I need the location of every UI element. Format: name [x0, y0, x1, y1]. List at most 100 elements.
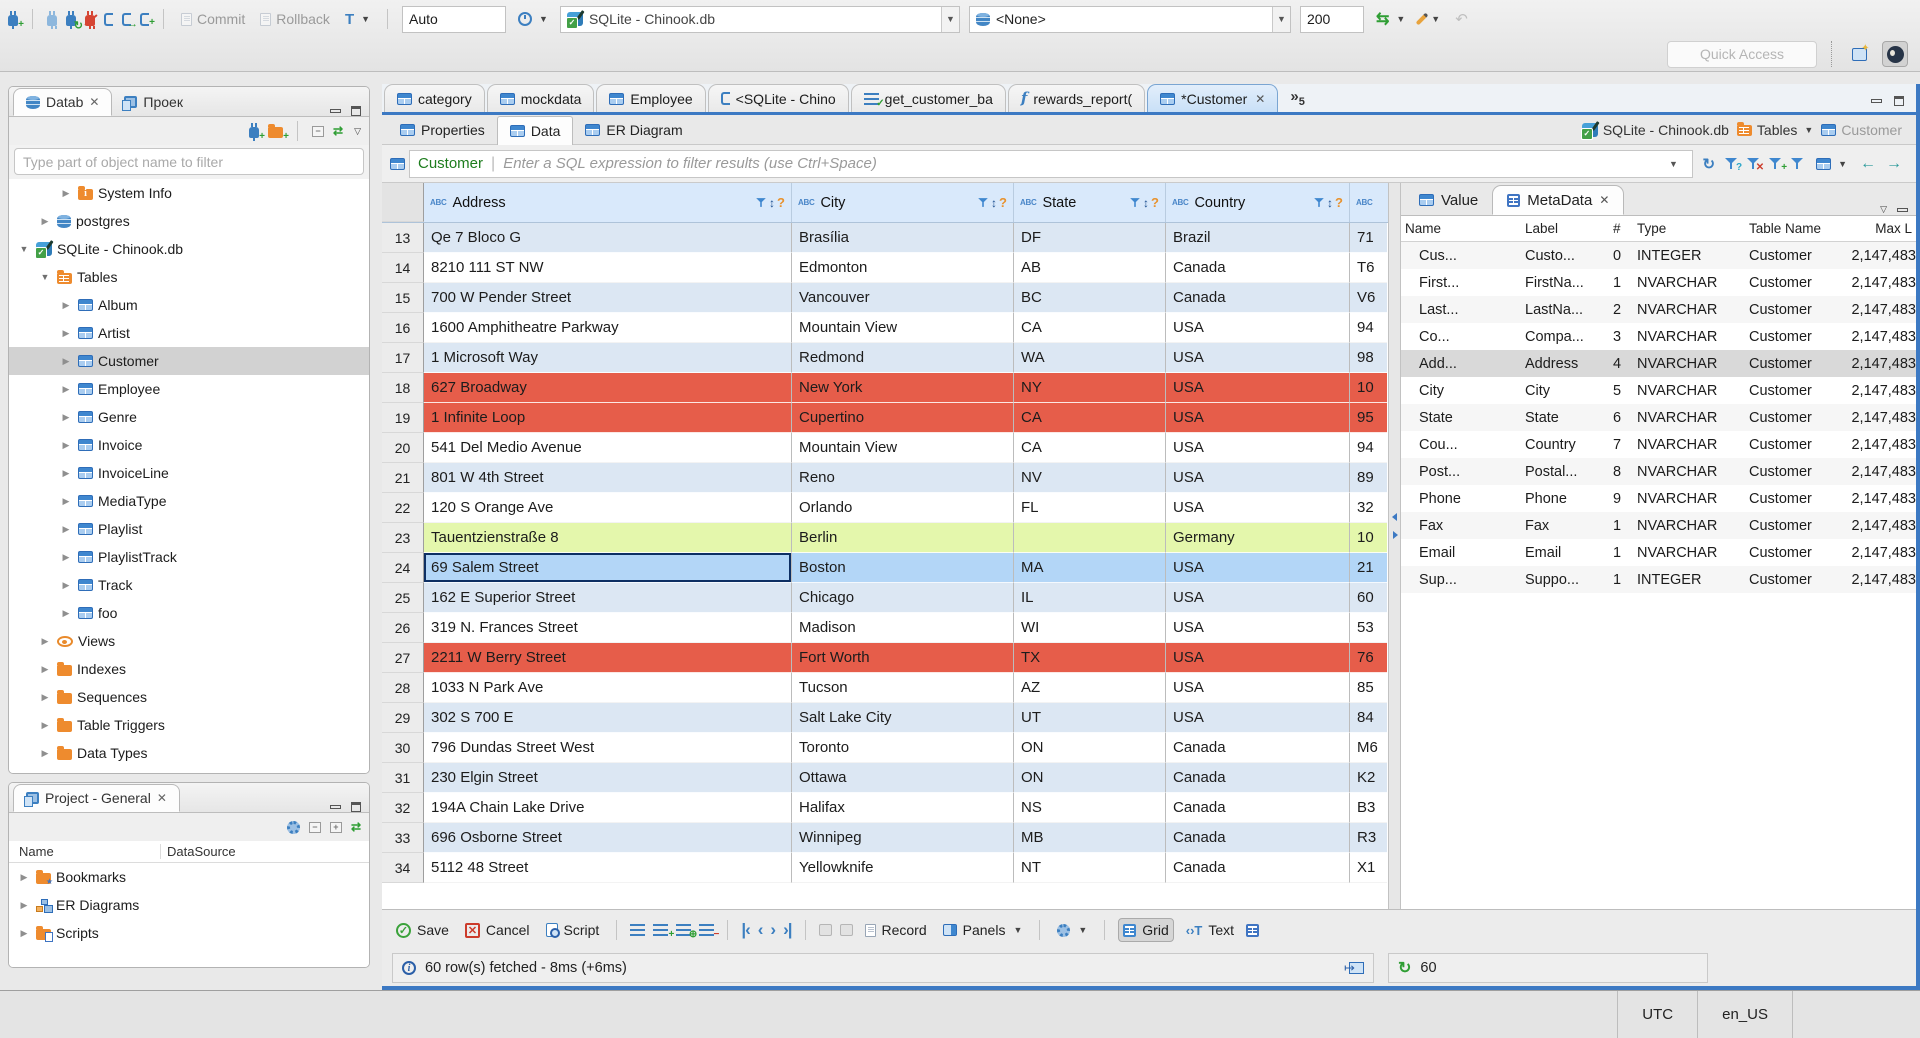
maximize-icon[interactable]	[351, 106, 361, 116]
row-number-cell[interactable]: 30	[382, 733, 424, 763]
locale-indicator[interactable]: en_US	[1697, 991, 1792, 1038]
result-subtab[interactable]: Properties	[388, 116, 497, 145]
sort-icon[interactable]: ↕	[1327, 196, 1333, 210]
cell-address[interactable]: Qe 7 Bloco G	[424, 223, 792, 253]
cell-country[interactable]: USA	[1166, 553, 1350, 583]
cell-country[interactable]: Canada	[1166, 253, 1350, 283]
editor-tab[interactable]: ✓ get_customer_ba ✕	[850, 84, 1006, 112]
new-connection-icon[interactable]: +	[8, 10, 24, 29]
row-number-cell[interactable]: 31	[382, 763, 424, 793]
cell-state[interactable]: UT	[1014, 703, 1166, 733]
tree-item[interactable]: postgres	[9, 207, 369, 235]
column-number[interactable]: #	[1609, 221, 1633, 236]
last-row-icon[interactable]: ›|	[783, 920, 792, 940]
expand-all-icon[interactable]: +	[329, 821, 342, 833]
goto-row-icon[interactable]	[818, 924, 832, 936]
editor-tab[interactable]: f rewards_report( ✕	[1007, 84, 1146, 112]
tree-item[interactable]: MediaType	[9, 487, 369, 515]
metadata-row[interactable]: Add... Address 4 NVARCHAR Customer 2,147…	[1401, 350, 1916, 377]
tree-item[interactable]: System Info	[9, 179, 369, 207]
focus-cell-icon[interactable]	[839, 924, 853, 936]
cell-city[interactable]: Edmonton	[792, 253, 1014, 283]
sort-icon[interactable]: ↕	[1143, 196, 1149, 210]
cell-postal-clipped[interactable]: M6	[1350, 733, 1387, 763]
expander-icon[interactable]	[38, 720, 52, 731]
minimize-icon[interactable]	[1897, 207, 1908, 212]
refresh-result-button[interactable]: ▼	[1813, 156, 1850, 172]
cell-address[interactable]: Tauentzienstraße 8	[424, 523, 792, 553]
row-number-cell[interactable]: 28	[382, 673, 424, 703]
project-tree-item[interactable]: ER Diagrams	[9, 891, 369, 919]
nav-back-icon[interactable]: ←	[1860, 155, 1876, 173]
tree-item[interactable]: Invoice	[9, 431, 369, 459]
cell-postal-clipped[interactable]: 53	[1350, 613, 1387, 643]
cell-country[interactable]: USA	[1166, 403, 1350, 433]
row-number-cell[interactable]: 23	[382, 523, 424, 553]
maximize-icon[interactable]	[1894, 96, 1904, 106]
sort-icon[interactable]: ↕	[991, 196, 997, 210]
expander-icon[interactable]	[59, 188, 73, 199]
cell-city[interactable]: Salt Lake City	[792, 703, 1014, 733]
cell-city[interactable]: Reno	[792, 463, 1014, 493]
filter-history-dropdown-icon[interactable]: ▼	[1664, 159, 1684, 169]
result-subtab[interactable]: ER Diagram	[573, 116, 694, 145]
cell-address[interactable]: 319 N. Frances Street	[424, 613, 792, 643]
cell-city[interactable]: Redmond	[792, 343, 1014, 373]
row-number-cell[interactable]: 17	[382, 343, 424, 373]
column-header-clipped[interactable]: ABC	[1350, 183, 1387, 222]
tree-item[interactable]: PlaylistTrack	[9, 543, 369, 571]
commit-mode-select[interactable]: Auto	[402, 5, 507, 33]
filter-remove-icon[interactable]: ✕	[1747, 158, 1764, 173]
breadcrumb-item[interactable]: Customer ▼	[1821, 122, 1902, 138]
commit-button[interactable]: Commit	[178, 9, 248, 29]
column-name[interactable]: Name	[1401, 221, 1521, 236]
row-number-cell[interactable]: 20	[382, 433, 424, 463]
cell-address[interactable]: 541 Del Medio Avenue	[424, 433, 792, 463]
filter-save-icon[interactable]: +	[1769, 158, 1787, 173]
sql-filter-input[interactable]: Customer | Enter a SQL expression to fil…	[409, 149, 1693, 178]
schema-dropdown-arrow[interactable]: ▼	[1271, 6, 1290, 32]
text-view-button[interactable]: ‹›T Text	[1182, 919, 1238, 941]
tab-projects[interactable]: Проек	[112, 88, 195, 116]
table-row[interactable]: 18 627 Broadway New York NY USA 10	[382, 373, 1388, 403]
column-header[interactable]: ABC Country ↕ ?	[1166, 183, 1350, 222]
cell-city[interactable]: Fort Worth	[792, 643, 1014, 673]
row-number-cell[interactable]: 32	[382, 793, 424, 823]
cell-state[interactable]: FL	[1014, 493, 1166, 523]
disconnect-icon[interactable]	[84, 10, 98, 29]
row-number-cell[interactable]: 29	[382, 703, 424, 733]
cell-address[interactable]: 2211 W Berry Street	[424, 643, 792, 673]
corner-cell[interactable]	[382, 183, 424, 222]
cell-postal-clipped[interactable]: 21	[1350, 553, 1387, 583]
view-menu-icon[interactable]: ▽	[1880, 204, 1887, 215]
expander-icon[interactable]	[59, 468, 73, 479]
cell-state[interactable]	[1014, 523, 1166, 553]
refresh-icon[interactable]: ↻	[1398, 958, 1411, 978]
expander-icon[interactable]	[17, 244, 31, 254]
expander-icon[interactable]	[59, 440, 73, 451]
row-number-cell[interactable]: 21	[382, 463, 424, 493]
column-hint-icon[interactable]: ?	[999, 195, 1007, 210]
cell-state[interactable]: NV	[1014, 463, 1166, 493]
metadata-row[interactable]: Cou... Country 7 NVARCHAR Customer 2,147…	[1401, 431, 1916, 458]
expander-icon[interactable]	[59, 384, 73, 395]
nav-forward-icon[interactable]: →	[1886, 155, 1902, 173]
table-row[interactable]: 27 2211 W Berry Street Fort Worth TX USA…	[382, 643, 1388, 673]
table-row[interactable]: 26 319 N. Frances Street Madison WI USA …	[382, 613, 1388, 643]
cell-city[interactable]: Boston	[792, 553, 1014, 583]
column-label[interactable]: Label	[1521, 221, 1609, 236]
connect-icon[interactable]	[47, 10, 57, 29]
cell-postal-clipped[interactable]: 10	[1350, 373, 1387, 403]
expander-icon[interactable]	[59, 300, 73, 311]
cell-state[interactable]: BC	[1014, 283, 1166, 313]
record-button[interactable]: Record	[861, 919, 931, 941]
expander-icon[interactable]	[59, 552, 73, 563]
row-number-cell[interactable]: 16	[382, 313, 424, 343]
project-tree-item[interactable]: Bookmarks	[9, 863, 369, 891]
editor-tab[interactable]: mockdata ✕	[486, 84, 595, 112]
cell-city[interactable]: Madison	[792, 613, 1014, 643]
cell-city[interactable]: Brasília	[792, 223, 1014, 253]
close-icon[interactable]: ✕	[1599, 193, 1609, 207]
cell-country[interactable]: Canada	[1166, 853, 1350, 883]
view-menu-icon[interactable]: ▽	[354, 126, 361, 137]
